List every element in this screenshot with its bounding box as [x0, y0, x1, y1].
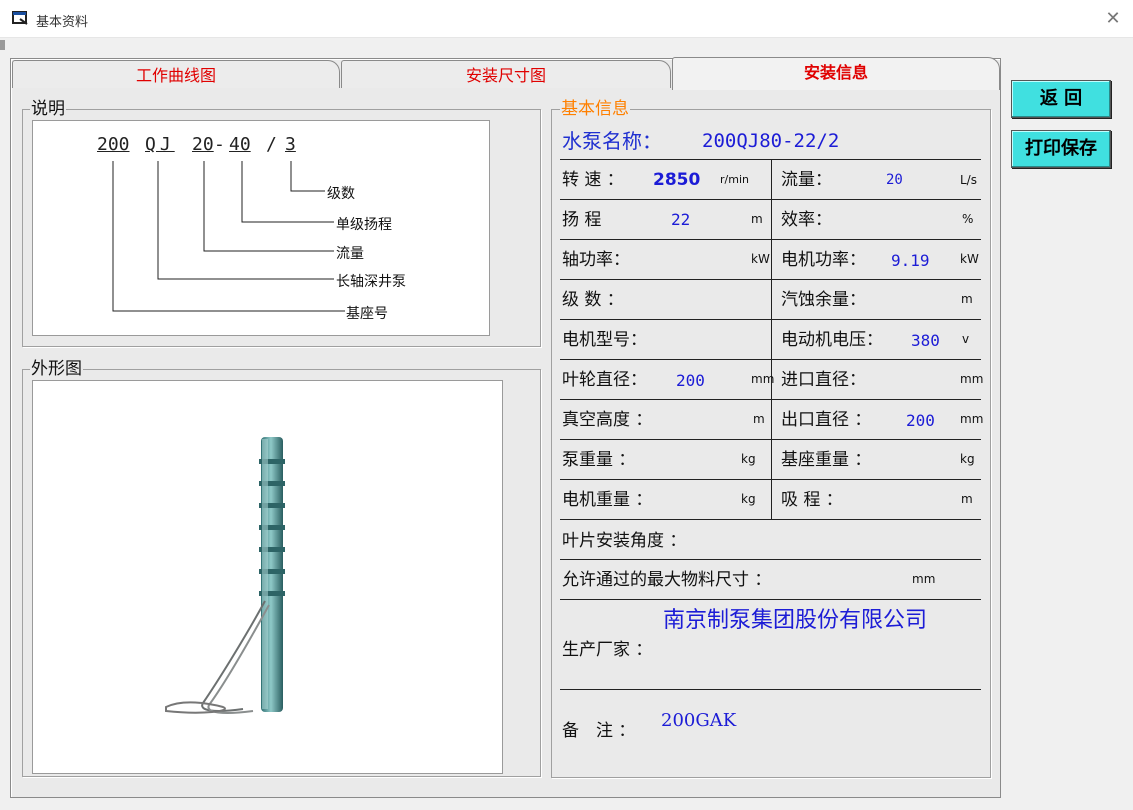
- label-single-head: 单级扬程: [336, 217, 392, 233]
- tab-work-curve[interactable]: 工作曲线图: [12, 60, 340, 88]
- efficiency-label: 效率：: [781, 210, 832, 230]
- explain-group-label: 说明: [30, 99, 66, 119]
- impeller-diameter-unit: mm: [751, 372, 775, 386]
- suction-unit: m: [961, 492, 973, 506]
- pump-name-value: 200QJ80-22/2: [702, 130, 840, 152]
- vacuum-height-label: 真空高度 ：: [562, 410, 653, 430]
- motor-voltage-value: 380: [911, 331, 940, 350]
- shape-group-label: 外形图: [30, 359, 83, 379]
- head-unit: m: [751, 212, 763, 226]
- suction-label: 吸 程 ：: [781, 490, 843, 510]
- manufacturer-value: 南京制泵集团股份有限公司: [663, 608, 928, 633]
- blade-angle-label: 叶片安装角度 ：: [562, 531, 687, 551]
- label-stages: 级数: [327, 186, 355, 202]
- row-divider: [560, 519, 981, 520]
- close-icon[interactable]: ✕: [1100, 6, 1126, 32]
- outlet-diameter-label: 出口直径 ：: [781, 410, 872, 430]
- manufacturer-label: 生产厂家 ：: [562, 640, 653, 660]
- window-title: 基本资料: [36, 15, 89, 30]
- npsh-unit: m: [961, 292, 973, 306]
- remark-value: 200GAK: [661, 710, 737, 731]
- tab-install-dimensions[interactable]: 安装尺寸图: [341, 60, 671, 88]
- pump-drawing: [165, 437, 285, 714]
- motor-voltage-unit: v: [962, 332, 970, 346]
- head-value: 22: [671, 210, 691, 229]
- stages-label: 级 数 ：: [562, 290, 624, 310]
- npsh-label: 汽蚀余量：: [781, 290, 866, 310]
- label-base: 基座号: [346, 306, 388, 322]
- motor-voltage-label: 电动机电压：: [781, 330, 883, 350]
- label-flow: 流量: [336, 246, 364, 262]
- base-weight-unit: kg: [960, 452, 975, 466]
- back-button[interactable]: 返 回: [1011, 80, 1111, 118]
- max-material-size-label: 允许通过的最大物料尺寸 ：: [562, 570, 772, 590]
- app-icon: [12, 11, 28, 25]
- efficiency-unit: %: [962, 212, 974, 226]
- speed-unit: r/min: [720, 173, 749, 186]
- row-divider: [560, 689, 981, 690]
- motor-power-unit: kW: [960, 252, 979, 266]
- title-bar: [0, 0, 1133, 38]
- motor-model-label: 电机型号：: [562, 330, 647, 350]
- pump-weight-label: 泵重量 ：: [562, 450, 636, 470]
- speed-label: 转 速 ：: [562, 170, 624, 190]
- pump-name-label: 水泵名称：: [562, 129, 662, 153]
- head-label: 扬 程: [562, 210, 602, 230]
- column-divider: [771, 159, 772, 519]
- left-edge-marker: [0, 40, 5, 50]
- outlet-diameter-unit: mm: [960, 412, 984, 426]
- flow-label: 流量：: [781, 170, 832, 190]
- impeller-diameter-label: 叶轮直径：: [562, 370, 647, 390]
- inlet-diameter-label: 进口直径：: [781, 370, 866, 390]
- vacuum-height-unit: m: [753, 412, 765, 426]
- remark-label: 备 注 ：: [562, 721, 636, 741]
- code-leader-lines: [112, 161, 345, 312]
- flow-value: 20: [886, 172, 903, 188]
- shaft-power-label: 轴功率：: [562, 250, 630, 270]
- row-divider: [560, 599, 981, 600]
- row-divider: [560, 559, 981, 560]
- motor-weight-label: 电机重量 ：: [562, 490, 653, 510]
- motor-power-value: 9.19: [891, 251, 930, 270]
- flow-unit: L/s: [960, 173, 977, 187]
- pump-weight-unit: kg: [741, 452, 756, 466]
- speed-value: 2850: [653, 170, 701, 190]
- label-type: 长轴深井泵: [336, 274, 406, 290]
- tab-install-info[interactable]: 安装信息: [672, 57, 1000, 90]
- impeller-diameter-value: 200: [676, 371, 705, 390]
- base-weight-label: 基座重量 ：: [781, 450, 872, 470]
- pump-image: [32, 380, 503, 774]
- motor-weight-unit: kg: [741, 492, 756, 506]
- print-save-button[interactable]: 打印保存: [1011, 130, 1111, 168]
- motor-power-label: 电机功率：: [781, 250, 866, 270]
- inlet-diameter-unit: mm: [960, 372, 984, 386]
- model-code-diagram: 200 QJ 20 - 40 / 3 级数 单级扬程 流量 长轴深井泵 基座号: [32, 120, 490, 336]
- info-group-label: 基本信息: [560, 99, 630, 119]
- outlet-diameter-value: 200: [906, 411, 935, 430]
- max-material-size-unit: mm: [912, 572, 936, 586]
- shaft-power-unit: kW: [751, 252, 770, 266]
